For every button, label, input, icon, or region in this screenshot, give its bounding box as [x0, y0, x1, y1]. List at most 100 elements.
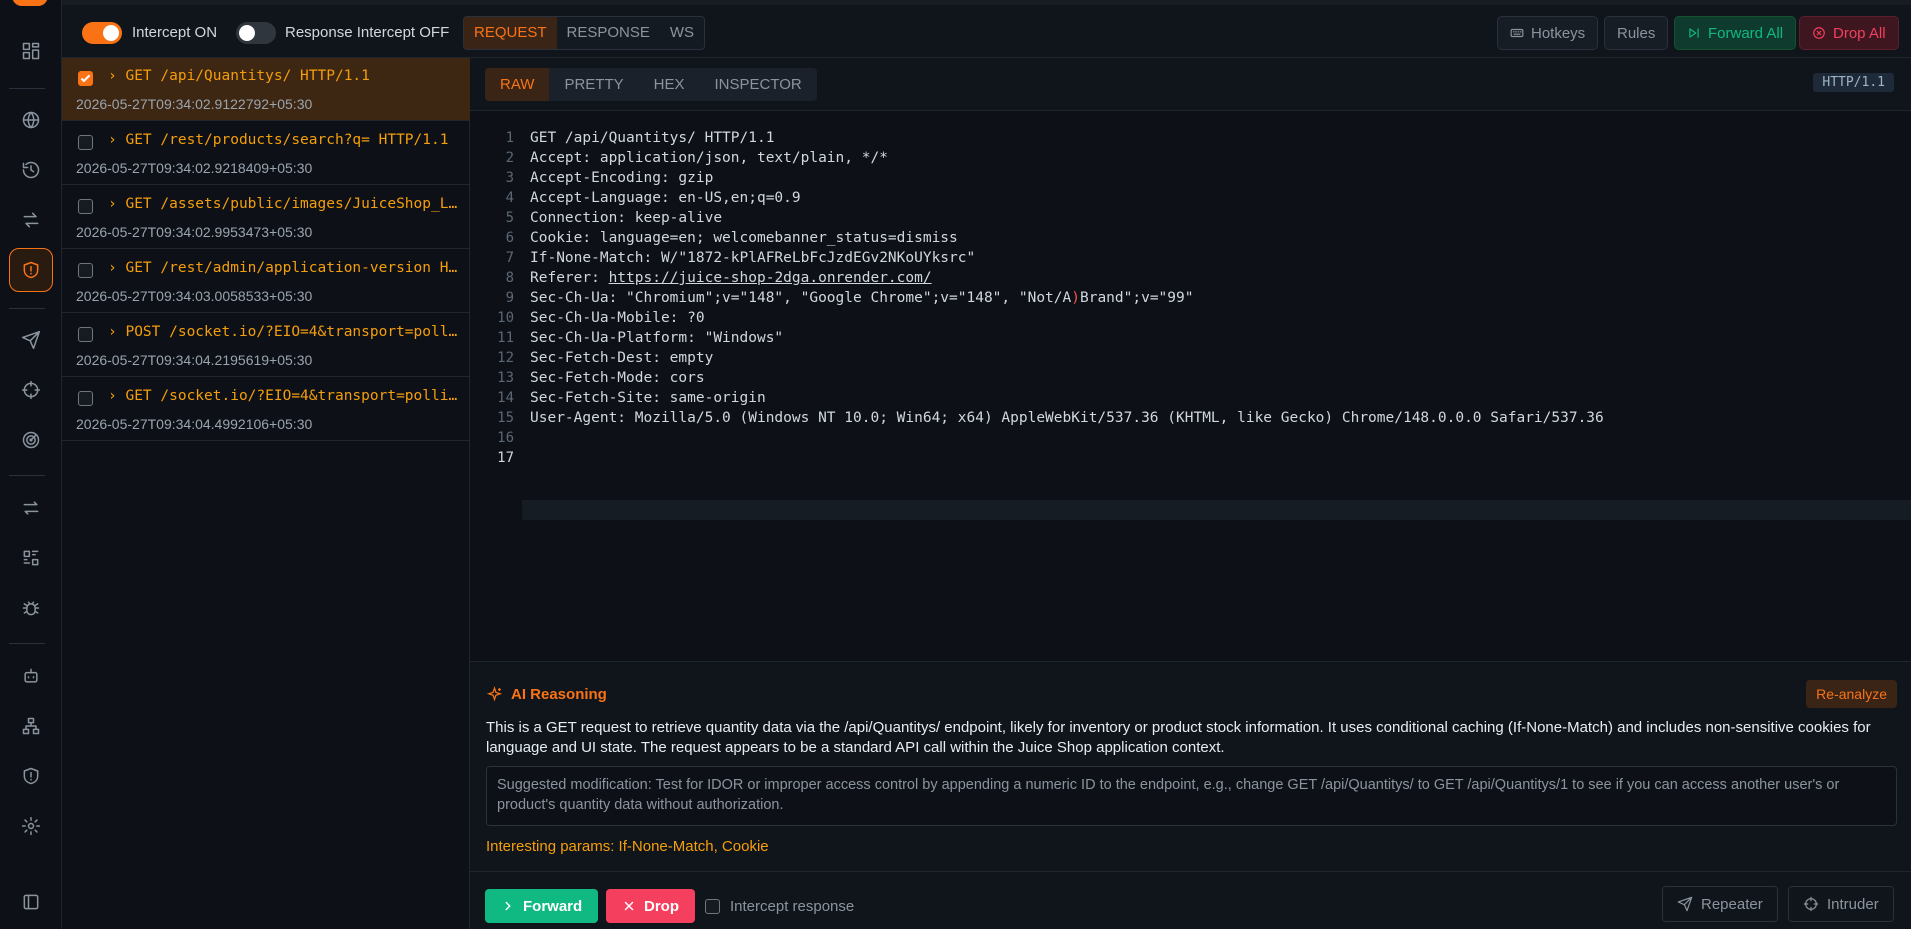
intercept-toggle[interactable]	[82, 22, 122, 44]
settings-gear-icon[interactable]	[9, 804, 53, 848]
request-line: › POST /socket.io/?EIO=4&transport=polli…	[108, 324, 458, 340]
code-line: Sec-Fetch-Site: same-origin	[530, 390, 766, 406]
request-checkbox[interactable]	[78, 199, 93, 214]
rail-divider	[9, 88, 45, 89]
tab-inspector[interactable]: INSPECTOR	[699, 68, 816, 101]
line-number: 12	[497, 350, 514, 366]
request-row[interactable]: › POST /socket.io/?EIO=4&transport=polli…	[62, 314, 470, 377]
code-segment: Brand";v="99"	[1079, 290, 1194, 306]
intercept-response-checkbox[interactable]	[705, 899, 720, 914]
request-row[interactable]: › GET /socket.io/?EIO=4&transport=pollin…	[62, 378, 470, 441]
sitemap-icon[interactable]	[9, 704, 53, 748]
request-checkbox[interactable]	[78, 135, 93, 150]
tab-raw[interactable]: RAW	[485, 68, 550, 101]
intruder-button[interactable]: Intruder	[1788, 886, 1894, 922]
top-bar: Intercept ON Response Intercept OFF REQU…	[62, 0, 1911, 58]
line-number: 1	[505, 130, 514, 146]
view-tabs: RAW PRETTY HEX INSPECTOR	[485, 68, 817, 101]
code-segment: Sec-Ch-Ua: "Chromium";v="148", "Google C…	[530, 290, 1072, 306]
interesting-params: Interesting params: If-None-Match, Cooki…	[486, 838, 769, 855]
drop-label: Drop	[644, 897, 679, 915]
request-row[interactable]: › GET /rest/admin/application-version HT…	[62, 250, 470, 313]
hotkeys-label: Hotkeys	[1531, 24, 1586, 42]
keyboard-icon	[1510, 28, 1524, 38]
request-row[interactable]: › GET /assets/public/images/JuiceShop_Lo…	[62, 186, 470, 249]
request-checkbox[interactable]	[78, 391, 93, 406]
drop-button[interactable]: Drop	[606, 889, 695, 923]
intercept-response-option[interactable]: Intercept response	[705, 898, 854, 915]
request-editor[interactable]: 1 2 3 4 5 6 7 8 9 10 11 12 13 14 15 16 1…	[470, 112, 1911, 660]
line-number: 14	[497, 390, 514, 406]
ai-reasoning-title: AI Reasoning	[486, 686, 607, 703]
code-line: Accept-Language: en-US,en;q=0.9	[530, 190, 801, 206]
tab-request[interactable]: REQUEST	[464, 17, 557, 49]
tab-response[interactable]: RESPONSE	[557, 17, 660, 49]
swap-arrows-icon[interactable]	[9, 198, 53, 242]
referer-link[interactable]: https://juice-shop-2dga.onrender.com/	[609, 270, 932, 286]
reanalyze-button[interactable]: Re-analyze	[1806, 680, 1897, 708]
bot-icon[interactable]	[9, 654, 53, 698]
request-row[interactable]: › GET /rest/products/search?q= HTTP/1.1 …	[62, 122, 470, 185]
request-timestamp: 2026-05-27T09:34:03.0058533+05:30	[76, 288, 313, 304]
request-checkbox[interactable]	[78, 327, 93, 342]
header-key: Referer:	[530, 270, 609, 286]
line-number: 5	[505, 210, 514, 226]
history-icon[interactable]	[9, 148, 53, 192]
editor-header: RAW PRETTY HEX INSPECTOR HTTP/1.1	[470, 58, 1911, 111]
suggested-modification: Suggested modification: Test for IDOR or…	[486, 766, 1897, 826]
line-number: 11	[497, 330, 514, 346]
toggle-knob	[103, 25, 119, 41]
bug-icon[interactable]	[9, 586, 53, 630]
repeater-button[interactable]: Repeater	[1662, 886, 1778, 922]
close-icon	[624, 901, 634, 911]
request-line: › GET /rest/admin/application-version HT…	[108, 260, 458, 276]
crosshair-icon	[1803, 896, 1819, 912]
send-icon[interactable]	[9, 318, 53, 362]
forward-label: Forward	[523, 897, 583, 915]
icon-rail	[0, 0, 62, 929]
code-line: Sec-Ch-Ua-Mobile: ?0	[530, 310, 705, 326]
line-number: 17	[497, 450, 514, 466]
skip-forward-icon	[1689, 28, 1699, 38]
request-line: › GET /api/Quantitys/ HTTP/1.1	[108, 68, 370, 84]
decoder-icon[interactable]	[9, 536, 53, 580]
request-checkbox[interactable]	[78, 71, 93, 86]
forward-button[interactable]: Forward	[485, 889, 599, 923]
sidebar-toggle-icon[interactable]	[9, 880, 53, 924]
rail-divider	[9, 308, 45, 309]
main-panel: RAW PRETTY HEX INSPECTOR HTTP/1.1 1 2 3 …	[470, 58, 1911, 929]
request-timestamp: 2026-05-27T09:34:04.4992106+05:30	[76, 416, 313, 432]
tab-hex[interactable]: HEX	[639, 68, 700, 101]
request-row[interactable]: › GET /api/Quantitys/ HTTP/1.1 2026-05-2…	[62, 58, 470, 121]
crosshair-icon[interactable]	[9, 368, 53, 412]
send-icon	[1677, 896, 1693, 912]
action-bar: Forward Drop Intercept response Repeater…	[470, 871, 1911, 929]
line-number: 4	[505, 190, 514, 206]
tab-ws[interactable]: WS	[660, 17, 704, 49]
rules-button[interactable]: Rules	[1604, 16, 1669, 50]
request-checkbox[interactable]	[78, 263, 93, 278]
response-intercept-toggle[interactable]	[236, 22, 276, 44]
forward-all-button[interactable]: Forward All	[1674, 16, 1797, 50]
intercept-shield-icon[interactable]	[9, 248, 53, 292]
current-line-highlight	[522, 500, 1911, 520]
dashboard-icon[interactable]	[9, 29, 53, 73]
line-number: 13	[497, 370, 514, 386]
request-line: › GET /assets/public/images/JuiceShop_Lo…	[108, 196, 458, 212]
compare-arrows-icon[interactable]	[9, 486, 53, 530]
globe-icon[interactable]	[9, 98, 53, 142]
tab-pretty[interactable]: PRETTY	[549, 68, 638, 101]
radar-icon[interactable]	[9, 418, 53, 462]
ai-title-text: AI Reasoning	[511, 686, 607, 703]
code-line: User-Agent: Mozilla/5.0 (Windows NT 10.0…	[530, 410, 1604, 426]
hotkeys-button[interactable]: Hotkeys	[1497, 16, 1599, 50]
line-number: 16	[497, 430, 514, 446]
code-line: Sec-Fetch-Dest: empty	[530, 350, 714, 366]
sparkle-icon	[486, 686, 503, 702]
shield-alert-icon[interactable]	[9, 754, 53, 798]
line-number: 3	[505, 170, 514, 186]
request-line: › GET /rest/products/search?q= HTTP/1.1	[108, 132, 449, 148]
intruder-label: Intruder	[1827, 895, 1879, 913]
forward-all-label: Forward All	[1708, 24, 1784, 42]
drop-all-button[interactable]: Drop All	[1799, 16, 1899, 50]
